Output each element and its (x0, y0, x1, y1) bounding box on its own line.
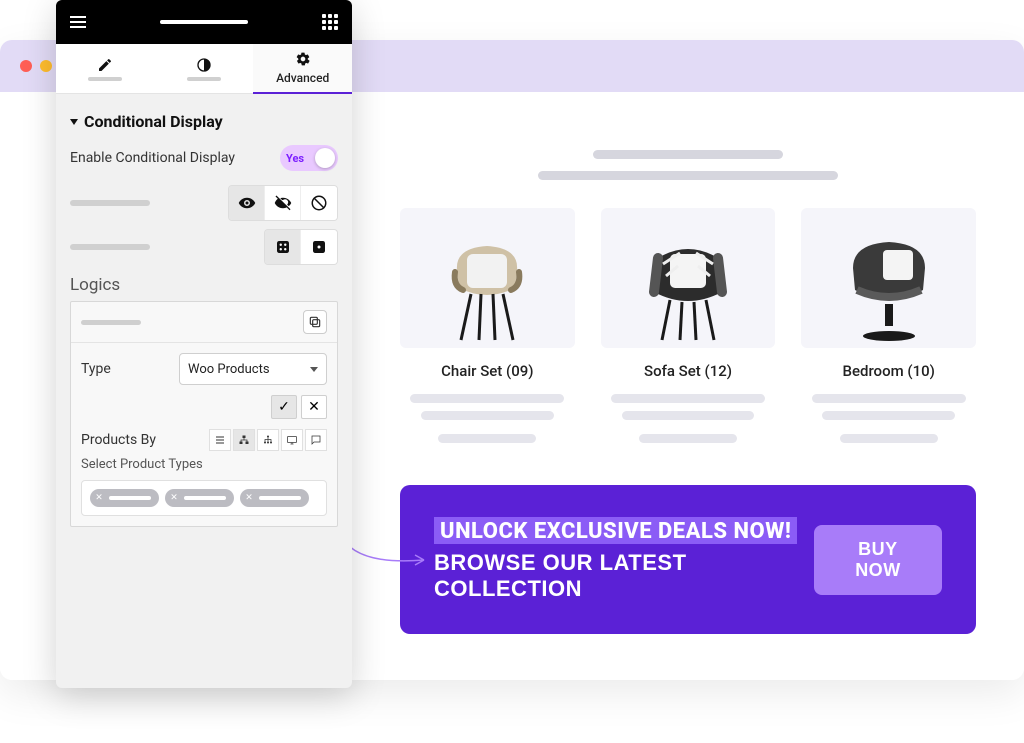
product-card[interactable]: Sofa Set (12) (601, 208, 776, 443)
rule-type-row: Type Woo Products (81, 353, 327, 385)
tab-advanced[interactable]: Advanced (253, 44, 352, 94)
ban-icon (310, 194, 328, 212)
chair-icon (437, 228, 537, 348)
sofa-icon (638, 228, 738, 348)
list-icon (214, 434, 226, 446)
logics-rule-box: Type Woo Products ✓ ✕ Products By (70, 301, 338, 527)
delete-rule-button[interactable]: ✕ (301, 395, 327, 419)
panel-title-placeholder (160, 20, 248, 24)
menu-icon[interactable] (70, 16, 86, 28)
by-category-button[interactable] (233, 429, 255, 451)
by-list-button[interactable] (209, 429, 231, 451)
visibility-hide-button[interactable] (265, 186, 301, 220)
monitor-icon (286, 434, 298, 446)
eye-icon (238, 194, 256, 212)
by-attribute-button[interactable] (281, 429, 303, 451)
products-by-row: Products By (81, 429, 327, 451)
tab-content[interactable] (56, 44, 155, 94)
rule-type-dropdown[interactable]: Woo Products (179, 353, 327, 385)
gear-icon (295, 51, 311, 67)
sitemap-icon (238, 434, 250, 446)
panel-tabs: Advanced (56, 44, 352, 94)
product-image (801, 208, 976, 348)
dice-one-icon (310, 238, 328, 256)
chip-remove-icon[interactable]: ✕ (94, 493, 104, 503)
chat-icon (310, 434, 322, 446)
contrast-icon (196, 57, 212, 73)
product-title: Sofa Set (12) (644, 362, 732, 380)
rule-type-value: Woo Products (188, 362, 270, 377)
minimize-window-icon[interactable] (40, 60, 52, 72)
product-image (400, 208, 575, 348)
heading-placeholder (400, 150, 976, 180)
product-cards: Chair Set (09) (400, 208, 976, 443)
settings-panel: Advanced Conditional Display Enable Cond… (56, 0, 352, 688)
banner-line-2: Browse our latest collection (434, 550, 814, 602)
type-label: Type (81, 361, 111, 377)
rule-title-placeholder (81, 320, 141, 325)
confirm-button[interactable]: ✓ (271, 395, 297, 419)
chip[interactable]: ✕ (90, 489, 159, 507)
select-product-types-label: Select Product Types (81, 457, 327, 472)
product-types-input[interactable]: ✕ ✕ ✕ (81, 480, 327, 516)
apps-grid-icon[interactable] (322, 14, 338, 30)
product-title: Chair Set (09) (441, 362, 533, 380)
enable-label: Enable Conditional Display (70, 150, 235, 166)
product-card[interactable]: Chair Set (09) (400, 208, 575, 443)
panel-topbar (56, 0, 352, 44)
close-window-icon[interactable] (20, 60, 32, 72)
product-text-placeholder (400, 394, 575, 443)
tab-style[interactable] (155, 44, 254, 94)
promo-banner: Unlock exclusive deals now! Browse our l… (400, 485, 976, 634)
visibility-show-button[interactable] (229, 186, 265, 220)
product-image (601, 208, 776, 348)
chip[interactable]: ✕ (165, 489, 234, 507)
logics-heading: Logics (70, 275, 338, 295)
match-mode-row (70, 229, 338, 265)
section-title: Conditional Display (84, 112, 223, 131)
buy-now-button[interactable]: Buy Now (814, 525, 942, 595)
toggle-value: Yes (286, 152, 304, 165)
copy-icon (308, 315, 322, 329)
duplicate-rule-button[interactable] (303, 310, 327, 334)
tab-advanced-label: Advanced (276, 71, 329, 85)
product-title: Bedroom (10) (842, 362, 934, 380)
match-any-button[interactable] (301, 230, 337, 264)
section-conditional-display[interactable]: Conditional Display (70, 112, 338, 131)
tree-icon (262, 434, 274, 446)
visibility-mode-row (70, 185, 338, 221)
product-text-placeholder (601, 394, 776, 443)
visibility-none-button[interactable] (301, 186, 337, 220)
chip-remove-icon[interactable]: ✕ (244, 493, 254, 503)
pencil-icon (97, 57, 113, 73)
caret-down-icon (70, 119, 78, 125)
by-tag-button[interactable] (257, 429, 279, 451)
chevron-down-icon (310, 367, 318, 372)
chip-remove-icon[interactable]: ✕ (169, 493, 179, 503)
products-by-label: Products By (81, 432, 156, 448)
enable-toggle[interactable]: Yes (280, 145, 338, 171)
match-all-button[interactable] (265, 230, 301, 264)
dice-four-icon (274, 238, 292, 256)
enable-conditional-display-row: Enable Conditional Display Yes (70, 139, 338, 177)
by-type-button[interactable] (305, 429, 327, 451)
eye-off-icon (274, 194, 292, 212)
product-text-placeholder (801, 394, 976, 443)
lounge-chair-icon (839, 228, 939, 348)
banner-line-1: Unlock exclusive deals now! (434, 517, 814, 544)
product-card[interactable]: Bedroom (10) (801, 208, 976, 443)
chip[interactable]: ✕ (240, 489, 309, 507)
